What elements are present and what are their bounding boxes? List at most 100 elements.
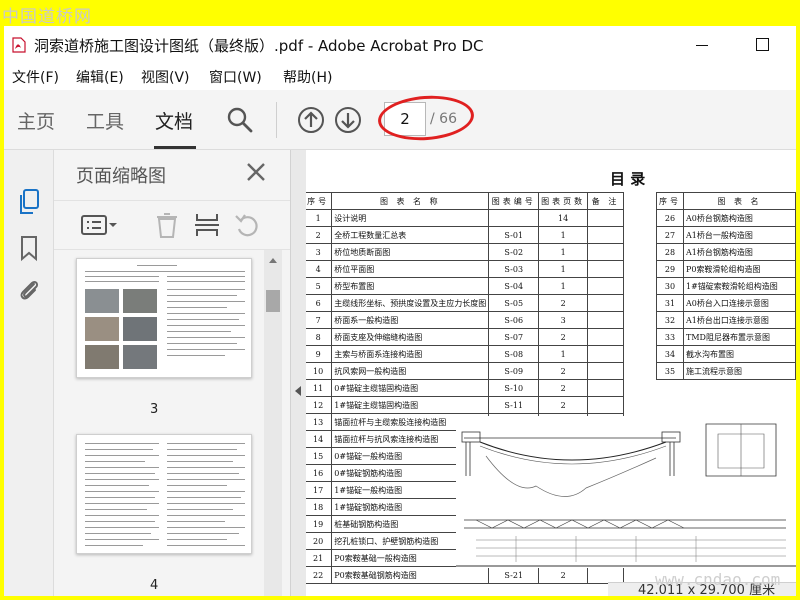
rotate-icon[interactable]	[232, 211, 262, 239]
page-thumbnail[interactable]	[76, 258, 252, 378]
table-cell: 5	[306, 277, 333, 295]
table-cell: 桥型布置图	[331, 277, 490, 295]
table-cell: 27	[656, 226, 684, 244]
pdf-icon	[12, 37, 26, 53]
table-cell: 设计说明	[331, 209, 490, 227]
table-row: 4 桥位平面图 S-03 1	[306, 260, 624, 278]
tab-tools[interactable]: 工具	[86, 107, 124, 134]
table-cell: 2	[306, 226, 333, 244]
table-header-row: 序号 图 表 名	[656, 192, 796, 210]
table-row: 27 A1桥台一般构造图	[656, 226, 796, 244]
table-cell: 14	[306, 430, 333, 448]
table-cell: A1桥台钢筋构造图	[683, 243, 796, 261]
menu-window[interactable]: 窗口(W)	[209, 67, 262, 87]
menu-edit[interactable]: 编辑(E)	[76, 67, 124, 87]
document-page: 目 录 序号 图 表 名 称 图表编号 图表页数 备 注 1 设计说明 14 2 全桥工…	[306, 150, 796, 596]
table-cell	[587, 209, 624, 227]
table-cell: 主索与桥面系连接构造图	[331, 345, 490, 363]
tab-document[interactable]: 文档	[155, 107, 193, 134]
table-cell	[587, 226, 624, 244]
maximize-button[interactable]	[744, 32, 780, 58]
delete-icon[interactable]	[152, 211, 182, 239]
table-row: 32 A1桥台出口连接示意图	[656, 311, 796, 329]
thumbnail-label: 3	[150, 402, 159, 417]
table-cell: 0#锚碇主缆锚固构造图	[331, 379, 490, 397]
scroll-up-arrow-icon[interactable]	[269, 258, 277, 263]
table-row: 8 桥面支座及伸缩缝构造图 S-07 2	[306, 328, 624, 346]
table-cell: A1桥台一般构造图	[683, 226, 796, 244]
table-cell: 35	[656, 362, 684, 380]
menu-help[interactable]: 帮助(H)	[283, 67, 332, 87]
table-cell: 6	[306, 294, 333, 312]
bridge-drawing	[456, 416, 796, 568]
title-bar: 洞索道桥施工图设计图纸（最终版）.pdf - Adobe Acrobat Pro…	[4, 26, 796, 62]
table-cell	[488, 209, 540, 227]
active-tab-indicator	[154, 146, 196, 149]
table-cell	[587, 362, 624, 380]
menu-file[interactable]: 文件(F)	[12, 67, 59, 87]
table-cell: S-05	[488, 294, 540, 312]
tab-home[interactable]: 主页	[17, 107, 55, 134]
table-cell	[587, 345, 624, 363]
table-row: 28 A1桥台钢筋构造图	[656, 243, 796, 261]
document-view: 目 录 序号 图 表 名 称 图表编号 图表页数 备 注 1 设计说明 14 2 全桥工…	[306, 150, 796, 596]
search-icon[interactable]	[226, 106, 254, 134]
panel-divider[interactable]	[290, 150, 306, 596]
table-cell: 7	[306, 311, 333, 329]
table-row: 9 主索与桥面系连接构造图 S-08 1	[306, 345, 624, 363]
table-row: 33 TMD阻尼器布置示意图	[656, 328, 796, 346]
table-cell: 1	[538, 345, 589, 363]
collapse-panel-icon[interactable]	[295, 386, 301, 396]
thumbnail-scrollbar[interactable]	[264, 250, 282, 596]
table-cell: 1#锚碇索鞍滑轮组构造图	[683, 277, 796, 295]
column-header: 备 注	[587, 192, 624, 210]
table-cell: 14	[538, 209, 589, 227]
table-cell: S-02	[488, 243, 540, 261]
thumbnail-list: 3 4	[54, 250, 264, 596]
table-cell: 21	[306, 549, 333, 567]
table-cell: 11	[306, 379, 333, 397]
attachments-icon[interactable]	[16, 276, 42, 304]
table-cell: S-06	[488, 311, 540, 329]
table-row: 12 1#锚碇主缆锚固构造图 S-11 2	[306, 396, 624, 414]
table-cell: A1桥台出口连接示意图	[683, 311, 796, 329]
table-row: 3 桥位地质断面图 S-02 1	[306, 243, 624, 261]
table-row: 1 设计说明 14	[306, 209, 624, 227]
table-cell: 34	[656, 345, 684, 363]
table-cell: 31	[656, 294, 684, 312]
table-cell: 22	[306, 566, 333, 584]
page-thumbnails-icon[interactable]	[16, 188, 42, 216]
previous-page-icon[interactable]	[297, 106, 325, 134]
table-cell: S-04	[488, 277, 540, 295]
table-row: 6 主缆线形坐标、预拱度设置及主应力长度图 S-05 2	[306, 294, 624, 312]
table-cell: 18	[306, 498, 333, 516]
navigation-rail	[4, 150, 54, 596]
minimize-button[interactable]	[684, 32, 720, 58]
menu-view[interactable]: 视图(V)	[141, 67, 190, 87]
table-cell	[587, 396, 624, 414]
table-row: 5 桥型布置图 S-04 1	[306, 277, 624, 295]
table-cell: 20	[306, 532, 333, 550]
scrollbar-thumb[interactable]	[266, 290, 280, 312]
close-icon[interactable]	[244, 160, 268, 184]
table-cell	[587, 566, 624, 584]
table-cell: 桥面支座及伸缩缝构造图	[331, 328, 490, 346]
table-row: 10 抗风索网一般构造图 S-09 2	[306, 362, 624, 380]
table-cell: 主缆线形坐标、预拱度设置及主应力长度图	[331, 294, 490, 312]
page-thumbnail[interactable]	[76, 434, 252, 554]
table-cell: 全桥工程数量汇总表	[331, 226, 490, 244]
options-menu-icon[interactable]	[80, 211, 120, 239]
table-cell: S-11	[488, 396, 540, 414]
document-title: 目 录	[610, 170, 646, 188]
next-page-icon[interactable]	[334, 106, 362, 134]
table-row: 29 P0索鞍滑轮组构造图	[656, 260, 796, 278]
column-header: 序号	[306, 192, 333, 210]
table-cell	[587, 379, 624, 397]
table-cell: S-21	[488, 566, 540, 584]
table-cell: 15	[306, 447, 333, 465]
table-cell: 30	[656, 277, 684, 295]
bookmarks-icon[interactable]	[16, 234, 42, 262]
table-cell: 3	[306, 243, 333, 261]
table-row: 7 桥面系一般构造图 S-06 3	[306, 311, 624, 329]
extract-pages-icon[interactable]	[192, 211, 222, 239]
